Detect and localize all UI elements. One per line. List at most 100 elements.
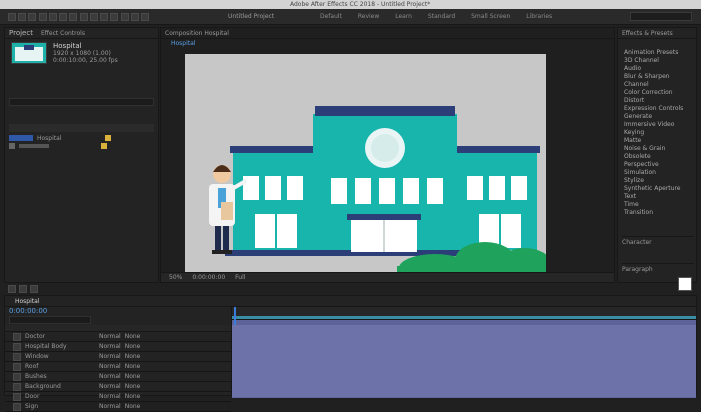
composition-canvas[interactable] [185,54,546,280]
effect-category[interactable]: Distort [624,97,692,105]
tab-effect-controls[interactable]: Effect Controls [41,30,85,37]
effect-category[interactable]: Channel [624,81,692,89]
effects-panel-title[interactable]: Effects & Presets [622,30,673,37]
puppet-tool-icon[interactable] [141,13,150,21]
layer-row[interactable]: Sign Normal None [5,402,231,412]
effect-category[interactable]: Text [624,193,692,201]
track-area[interactable] [232,307,696,398]
text-tool-icon[interactable] [89,13,98,21]
window-title: Adobe After Effects CC 2018 - Untitled P… [290,1,431,8]
layer-parent[interactable]: None [125,403,141,410]
tab-project[interactable]: Project [9,29,33,37]
toolbar: Untitled Project Default Review Learn St… [0,9,701,25]
effect-category[interactable]: Perspective [624,161,692,169]
loop-icon[interactable] [19,285,27,293]
workspace-tab[interactable]: Small Screen [471,13,510,20]
layer-row[interactable]: Roof Normal None [5,362,231,372]
layer-parent[interactable]: None [125,393,141,400]
workspace-tab[interactable]: Libraries [526,13,552,20]
font-color-swatch[interactable] [678,277,692,291]
project-list-header [9,124,154,132]
clone-tool-icon[interactable] [110,13,119,21]
play-icon[interactable] [8,285,16,293]
ram-preview-icon[interactable] [30,285,38,293]
shape-tool-icon[interactable] [69,13,78,21]
composition-tab[interactable]: Hospital [171,40,195,47]
search-help-field[interactable] [630,12,692,21]
eraser-tool-icon[interactable] [120,13,129,21]
layer-mode[interactable]: Normal [99,363,121,370]
effect-category[interactable]: Keying [624,129,692,137]
effect-category[interactable]: Audio [624,65,692,73]
layer-parent[interactable]: None [125,373,141,380]
layer-mode[interactable]: Normal [99,393,121,400]
effect-category[interactable]: Stylize [624,177,692,185]
layer-row[interactable]: Background Normal None [5,382,231,392]
layer-row[interactable]: Hospital Body Normal None [5,342,231,352]
effect-category[interactable]: 3D Channel [624,57,692,65]
timeline-tab[interactable]: Hospital [15,298,39,305]
zoom-tool-icon[interactable] [28,13,37,21]
pen-tool-icon[interactable] [79,13,88,21]
layer-row[interactable]: Window Normal None [5,352,231,362]
brush-tool-icon[interactable] [100,13,109,21]
hand-tool-icon[interactable] [18,13,27,21]
resolution-dropdown[interactable]: Full [235,274,245,281]
project-item-label: Hospital [37,134,62,142]
layer-row[interactable]: Door Normal None [5,392,231,402]
layer-parent[interactable]: None [125,353,141,360]
project-list-item[interactable]: Hospital [9,134,154,142]
effect-category[interactable]: Blur & Sharpen [624,73,692,81]
layer-mode[interactable]: Normal [99,343,121,350]
layer-name: Sign [25,403,39,410]
effect-category[interactable]: Simulation [624,169,692,177]
effect-category[interactable]: Synthetic Aperture [624,185,692,193]
project-indicator[interactable]: Untitled Project [228,13,274,20]
zoom-dropdown[interactable]: 50% [169,274,182,281]
workspace-tab[interactable]: Default [320,13,342,20]
camera-tool-icon[interactable] [48,13,57,21]
work-area-bar[interactable] [232,316,696,319]
effect-category[interactable]: Immersive Video [624,121,692,129]
composition-panel-title[interactable]: Composition Hospital [165,30,229,37]
layer-parent[interactable]: None [125,383,141,390]
timeline-search-input[interactable] [9,316,91,324]
layer-mode[interactable]: Normal [99,353,121,360]
effect-category[interactable]: Obsolete [624,153,692,161]
selection-tool-icon[interactable] [8,13,16,21]
timecode-display[interactable]: 0:00:00:00 [192,274,225,281]
effects-presets-panel: Effects & Presets Animation Presets 3D C… [617,27,697,291]
effect-category[interactable]: Expression Controls [624,105,692,113]
layer-mode[interactable]: Normal [99,383,121,390]
layer-mode[interactable]: Normal [99,403,121,410]
layer-parent[interactable]: None [125,343,141,350]
workspace-tab[interactable]: Standard [428,13,455,20]
workspace-tab[interactable]: Review [358,13,379,20]
effect-category[interactable]: Noise & Grain [624,145,692,153]
layer-mode[interactable]: Normal [99,373,121,380]
project-search-input[interactable] [9,98,154,106]
time-ruler[interactable] [232,307,696,320]
effect-category[interactable]: Generate [624,113,692,121]
layer-track-bar[interactable] [232,388,696,398]
layer-row[interactable]: Doctor Normal None [5,332,231,342]
layer-mode[interactable]: Normal [99,333,121,340]
layer-parent[interactable]: None [125,333,141,340]
pan-behind-tool-icon[interactable] [59,13,68,21]
effect-category[interactable]: Time [624,201,692,209]
timeline-timecode[interactable]: 0:00:00:00 [9,307,231,315]
comp-thumbnail [11,42,47,64]
project-list-item[interactable] [9,142,154,150]
effect-category[interactable]: Animation Presets [624,49,692,57]
workspace-tab[interactable]: Learn [395,13,412,20]
rotate-tool-icon[interactable] [38,13,47,21]
roto-tool-icon[interactable] [130,13,139,21]
layer-row[interactable]: Bushes Normal None [5,372,231,382]
layer-parent[interactable]: None [125,363,141,370]
effect-category[interactable]: Color Correction [624,89,692,97]
effect-category[interactable]: Transition [624,209,692,217]
layer-name: Door [25,393,40,400]
paragraph-panel-title: Paragraph [622,266,653,273]
effect-category[interactable]: Matte [624,137,692,145]
composition-footer: 50% 0:00:00:00 Full [161,272,614,282]
